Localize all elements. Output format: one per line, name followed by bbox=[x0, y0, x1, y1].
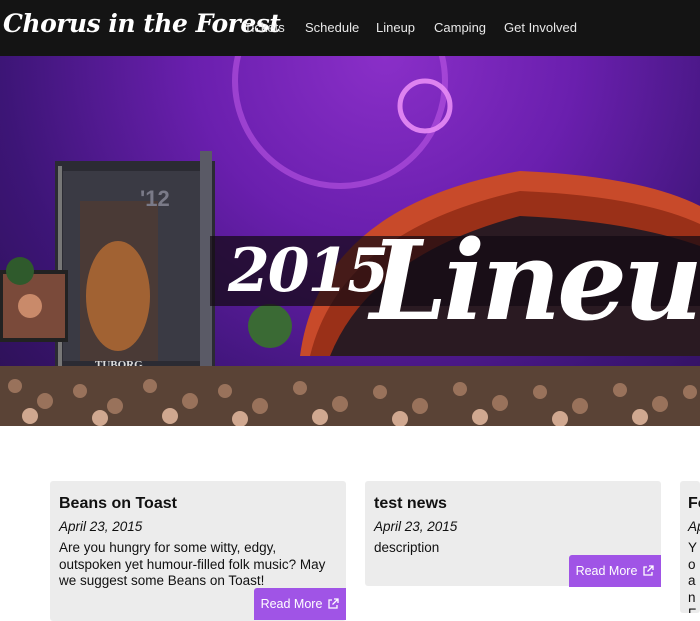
read-more-label: Read More bbox=[575, 564, 638, 578]
nav-schedule[interactable]: Schedule bbox=[305, 20, 359, 35]
stage-number-label: '12 bbox=[140, 186, 170, 211]
nav-camping[interactable]: Camping bbox=[434, 20, 486, 35]
news-title[interactable]: Fo bbox=[688, 495, 700, 513]
news-description: Are you hungry for some witty, edgy, out… bbox=[59, 540, 326, 588]
external-link-icon bbox=[643, 565, 655, 576]
nav-tickets[interactable]: Tickets bbox=[244, 20, 285, 35]
read-more-label: Read More bbox=[260, 597, 323, 611]
read-more-button[interactable]: Read More bbox=[569, 555, 661, 587]
site-logo[interactable]: Chorus in the Forest bbox=[3, 9, 281, 38]
nav-lineup[interactable]: Lineup bbox=[376, 20, 415, 35]
hero-year: 2015 bbox=[228, 236, 389, 306]
top-nav: Chorus in the Forest Tickets Schedule Li… bbox=[0, 0, 700, 56]
news-date: April 23, 2015 bbox=[374, 519, 458, 534]
nav-get-involved[interactable]: Get Involved bbox=[504, 20, 577, 35]
news-card: Beans on Toast April 23, 2015 Are you hu… bbox=[50, 481, 346, 621]
hero-banner: '12 TUBORG 2015 Lineu bbox=[0, 56, 700, 426]
news-card: test news April 23, 2015 description Rea… bbox=[365, 481, 661, 587]
news-card-partial: Fo Ap Yo an Fo bbox=[680, 481, 700, 613]
hero-title: Lineup bbox=[370, 216, 700, 345]
news-date: April 23, 2015 bbox=[59, 519, 143, 534]
news-title[interactable]: test news bbox=[374, 495, 447, 513]
news-title[interactable]: Beans on Toast bbox=[59, 495, 177, 513]
news-date: Ap bbox=[688, 519, 700, 534]
news-description: Yo an Fo bbox=[688, 540, 698, 613]
read-more-button[interactable]: Read More bbox=[254, 588, 346, 620]
external-link-icon bbox=[328, 598, 340, 609]
